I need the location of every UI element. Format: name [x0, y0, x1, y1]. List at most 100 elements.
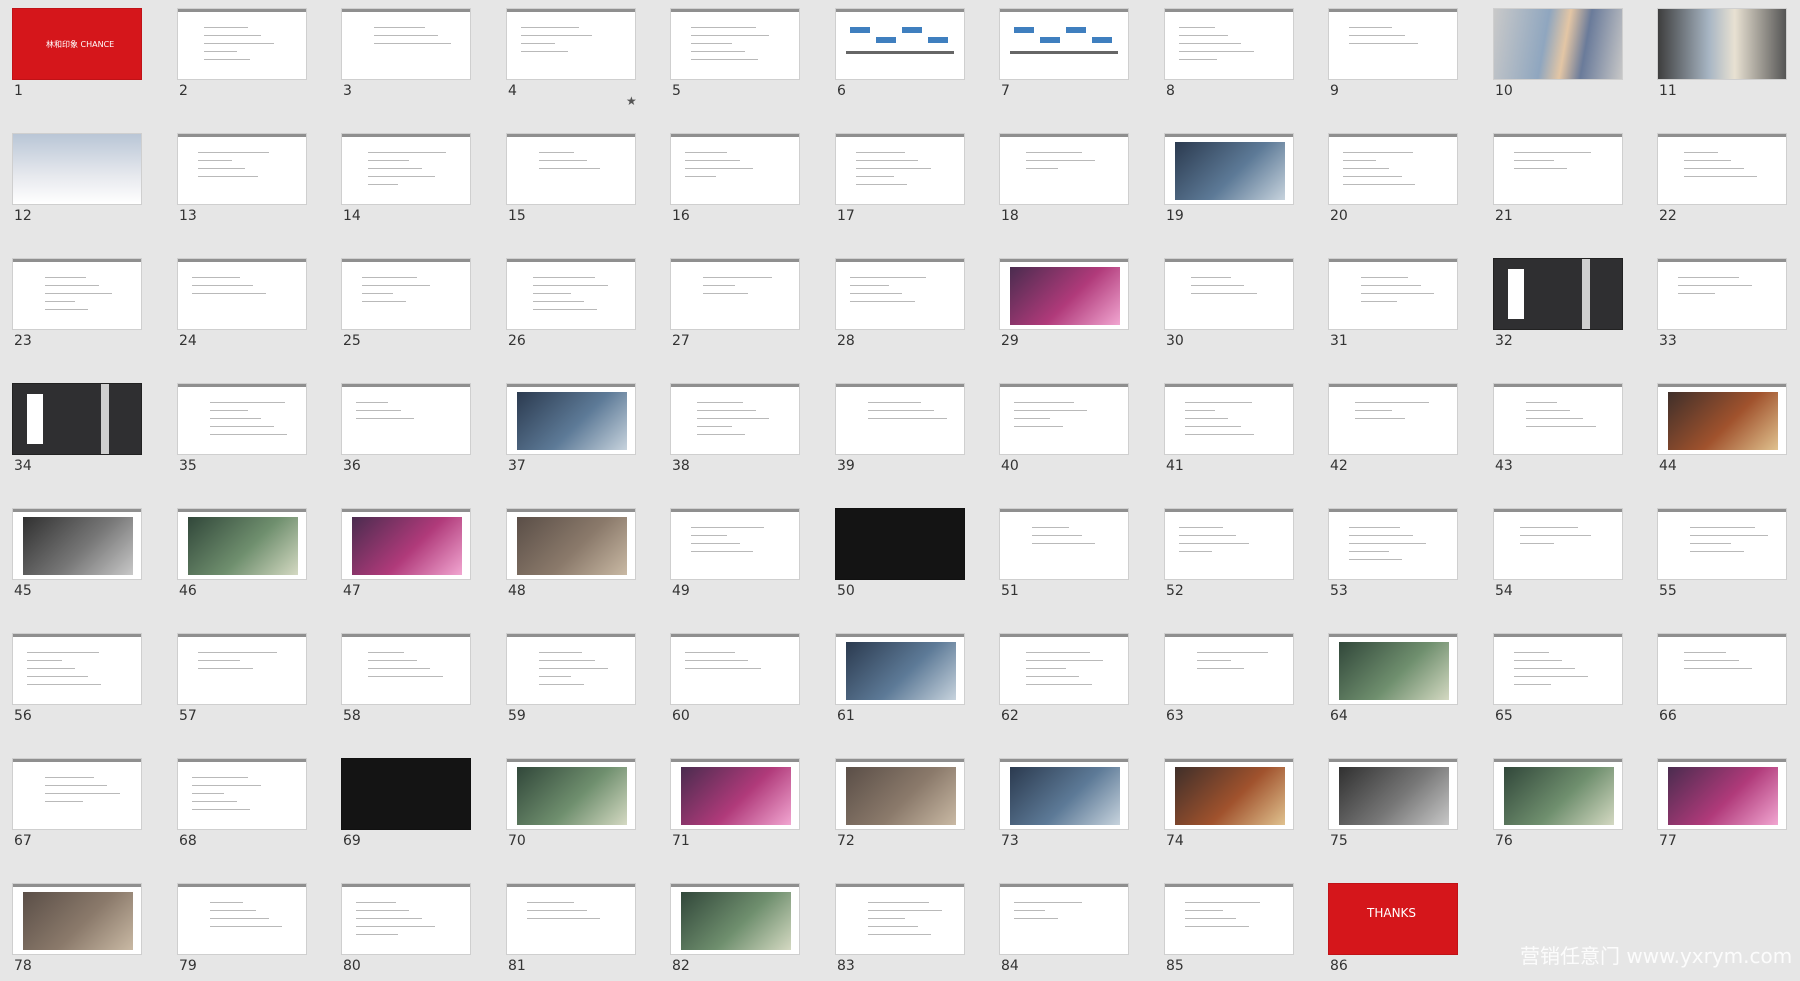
slide-thumbnail[interactable]: 56 [12, 633, 142, 731]
slide-preview [1657, 8, 1787, 80]
slide-thumbnail[interactable]: 73 [999, 758, 1129, 856]
slide-preview [835, 508, 965, 580]
slide-thumbnail[interactable]: 76 [1493, 758, 1623, 856]
slide-thumbnail[interactable]: 27 [670, 258, 800, 356]
slide-thumbnail[interactable]: 29 [999, 258, 1129, 356]
slide-thumbnail[interactable]: 47 [341, 508, 471, 606]
slide-thumbnail[interactable]: 59 [506, 633, 636, 731]
slide-thumbnail[interactable]: 83 [835, 883, 965, 981]
slide-thumbnail[interactable]: 26 [506, 258, 636, 356]
slide-thumbnail[interactable]: 63 [1164, 633, 1294, 731]
slide-thumbnail[interactable]: 38 [670, 383, 800, 481]
slide-thumbnail[interactable]: 6 [835, 8, 965, 106]
slide-thumbnail[interactable]: 70 [506, 758, 636, 856]
slide-thumbnail[interactable]: 34 [12, 383, 142, 481]
slide-thumbnail[interactable]: 78 [12, 883, 142, 981]
slide-thumbnail[interactable]: 60 [670, 633, 800, 731]
slide-thumbnail[interactable]: 54 [1493, 508, 1623, 606]
slide-thumbnail[interactable]: 42 [1328, 383, 1458, 481]
slide-thumbnail[interactable]: 13 [177, 133, 307, 231]
slide-thumbnail[interactable]: 23 [12, 258, 142, 356]
slide-thumbnail[interactable]: 71 [670, 758, 800, 856]
slide-thumbnail[interactable]: 33 [1657, 258, 1787, 356]
slide-thumbnail[interactable]: 61 [835, 633, 965, 731]
slide-preview [341, 508, 471, 580]
slide-thumbnail[interactable]: 3 [341, 8, 471, 106]
slide-thumbnail[interactable]: 16 [670, 133, 800, 231]
slide-number: 52 [1166, 583, 1184, 599]
slide-thumbnail[interactable]: 14 [341, 133, 471, 231]
slide-thumbnail[interactable]: 58 [341, 633, 471, 731]
slide-thumbnail[interactable]: 44 [1657, 383, 1787, 481]
slide-thumbnail[interactable]: 57 [177, 633, 307, 731]
slide-thumbnail[interactable]: 31 [1328, 258, 1458, 356]
slide-number: 80 [343, 958, 361, 974]
slide-thumbnail[interactable]: 79 [177, 883, 307, 981]
slide-thumbnail[interactable]: 43 [1493, 383, 1623, 481]
slide-thumbnail[interactable]: 2 [177, 8, 307, 106]
slide-thumbnail[interactable]: 55 [1657, 508, 1787, 606]
slide-thumbnail[interactable]: 21 [1493, 133, 1623, 231]
slide-thumbnail[interactable]: 30 [1164, 258, 1294, 356]
slide-image [352, 517, 462, 575]
slide-thumbnail[interactable]: 64 [1328, 633, 1458, 731]
slide-thumbnail[interactable]: 40 [999, 383, 1129, 481]
slide-thumbnail[interactable]: 林和印象 CHANCE 1 [12, 8, 142, 106]
slide-thumbnail[interactable]: 4 ★ [506, 8, 637, 108]
slide-preview [341, 258, 471, 330]
slide-thumbnail[interactable]: 84 [999, 883, 1129, 981]
slide-thumbnail[interactable]: 39 [835, 383, 965, 481]
slide-thumbnail[interactable]: 36 [341, 383, 471, 481]
slide-thumbnail[interactable]: 15 [506, 133, 636, 231]
slide-thumbnail[interactable]: 17 [835, 133, 965, 231]
slide-thumbnail[interactable]: 80 [341, 883, 471, 981]
slide-thumbnail[interactable]: 75 [1328, 758, 1458, 856]
slide-thumbnail[interactable]: THANKS 86 [1328, 883, 1458, 981]
slide-thumbnail[interactable]: 22 [1657, 133, 1787, 231]
slide-thumbnail[interactable]: 24 [177, 258, 307, 356]
slide-thumbnail[interactable]: 25 [341, 258, 471, 356]
slide-number: 18 [1001, 208, 1019, 224]
slide-thumbnail[interactable]: 9 [1328, 8, 1458, 106]
slide-thumbnail[interactable]: 18 [999, 133, 1129, 231]
slide-thumbnail[interactable]: 28 [835, 258, 965, 356]
slide-thumbnail[interactable]: 68 [177, 758, 307, 856]
slide-thumbnail[interactable]: 81 [506, 883, 636, 981]
slide-thumbnail[interactable]: 50 [835, 508, 965, 606]
slide-thumbnail[interactable]: 37 [506, 383, 636, 481]
slide-thumbnail[interactable]: 53 [1328, 508, 1458, 606]
slide-thumbnail[interactable]: 48 [506, 508, 636, 606]
slide-thumbnail[interactable]: 8 [1164, 8, 1294, 106]
slide-thumbnail[interactable]: 41 [1164, 383, 1294, 481]
slide-thumbnail[interactable]: 5 [670, 8, 800, 106]
slide-thumbnail[interactable]: 72 [835, 758, 965, 856]
slide-thumbnail[interactable]: 7 [999, 8, 1129, 106]
slide-preview [670, 383, 800, 455]
slide-thumbnail[interactable]: 52 [1164, 508, 1294, 606]
slide-thumbnail[interactable]: 46 [177, 508, 307, 606]
slide-thumbnail[interactable]: 74 [1164, 758, 1294, 856]
slide-thumbnail[interactable]: 19 [1164, 133, 1294, 231]
slide-thumbnail[interactable]: 10 [1493, 8, 1623, 106]
slide-thumbnail[interactable]: 67 [12, 758, 142, 856]
slide-thumbnail[interactable]: 35 [177, 383, 307, 481]
slide-thumbnail[interactable]: 85 [1164, 883, 1294, 981]
slide-thumbnail[interactable]: 45 [12, 508, 142, 606]
slide-image [1339, 642, 1449, 700]
slide-preview [1493, 133, 1623, 205]
slide-thumbnail[interactable]: 11 [1657, 8, 1787, 106]
slide-thumbnail[interactable]: 62 [999, 633, 1129, 731]
slide-thumbnail[interactable]: 66 [1657, 633, 1787, 731]
slide-thumbnail[interactable]: 82 [670, 883, 800, 981]
slide-thumbnail[interactable]: 49 [670, 508, 800, 606]
slide-thumbnail[interactable]: 69 [341, 758, 471, 856]
slide-preview [999, 633, 1129, 705]
slide-thumbnail[interactable]: 12 [12, 133, 142, 231]
slide-number: 20 [1330, 208, 1348, 224]
slide-thumbnail[interactable]: 32 [1493, 258, 1623, 356]
slide-preview [506, 633, 636, 705]
slide-thumbnail[interactable]: 20 [1328, 133, 1458, 231]
slide-thumbnail[interactable]: 65 [1493, 633, 1623, 731]
slide-thumbnail[interactable]: 51 [999, 508, 1129, 606]
slide-thumbnail[interactable]: 77 [1657, 758, 1787, 856]
